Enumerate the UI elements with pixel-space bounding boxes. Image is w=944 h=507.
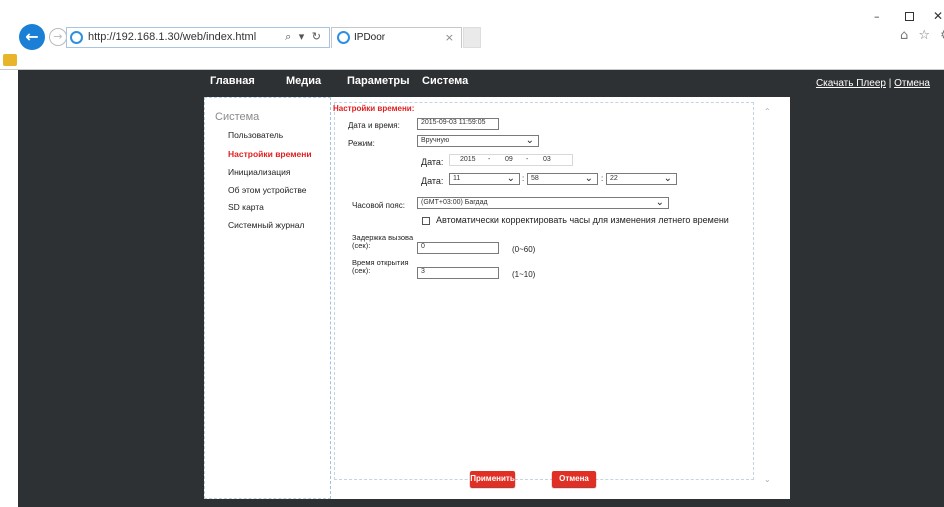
mode-select[interactable]: Вручную ⌄ <box>417 135 539 147</box>
restore-icon[interactable] <box>905 12 914 21</box>
browser-chrome: ← → http://192.168.1.30/web/index.html ⌕… <box>0 0 944 70</box>
time-settings-panel: Настройки времени: Дата и время: 2015-09… <box>333 102 754 480</box>
top-navigation: Главная Медиа Параметры Система Скачать … <box>18 70 944 94</box>
cancel-button[interactable]: Отмена <box>552 471 596 487</box>
open-time-range: (1~10) <box>512 270 536 279</box>
web-page: Главная Медиа Параметры Система Скачать … <box>18 70 944 507</box>
sidebar-item-initialization[interactable]: Инициализация <box>228 167 290 177</box>
hour-value: 11 <box>453 175 461 182</box>
nav-item-home[interactable]: Главная <box>210 75 255 87</box>
dst-label: Автоматически корректировать часы для из… <box>436 215 729 225</box>
hour-select[interactable]: 11 ⌄ <box>449 173 520 185</box>
scroll-up-icon[interactable]: ⌃ <box>764 107 771 116</box>
chevron-down-icon: ⌄ <box>506 173 515 184</box>
new-tab-button[interactable] <box>463 27 481 48</box>
time-separator: : <box>601 174 604 183</box>
call-delay-input[interactable]: 0 <box>417 242 499 254</box>
apply-button[interactable]: Применить <box>470 471 515 487</box>
nav-item-system[interactable]: Система <box>422 75 468 87</box>
dst-checkbox[interactable] <box>422 217 430 225</box>
open-time-label: Время открытия (сек): <box>352 258 409 275</box>
minimize-icon[interactable]: – <box>874 10 880 23</box>
address-bar[interactable]: http://192.168.1.30/web/index.html ⌕ ▾ ↻ <box>66 27 330 48</box>
minute-value: 58 <box>531 175 539 182</box>
close-window-icon[interactable]: ✕ <box>933 9 943 23</box>
timezone-select[interactable]: (GMT+03:00) Багдад ⌄ <box>417 197 669 209</box>
date-field[interactable]: 2015 - 09 - 03 <box>449 154 573 166</box>
download-player-link[interactable]: Скачать Плеер <box>816 78 886 89</box>
timezone-label: Часовой пояс: <box>352 201 405 210</box>
mode-value: Вручную <box>421 137 450 144</box>
tab-title: IPDoor <box>354 32 386 43</box>
content-area: Система Пользователь Настройки времени И… <box>204 97 790 499</box>
nav-item-parameters[interactable]: Параметры <box>347 75 409 87</box>
sidebar-item-time-settings[interactable]: Настройки времени <box>228 149 312 159</box>
favorites-icon[interactable] <box>3 54 17 66</box>
chevron-down-icon: ⌄ <box>663 173 672 184</box>
chevron-down-icon: ⌄ <box>655 197 664 208</box>
toolbar-icons[interactable]: ⌂ ☆ ⚙ ☺ <box>900 28 944 43</box>
datetime-field[interactable]: 2015-09-03 11:59:05 <box>417 118 499 130</box>
time-separator: : <box>522 174 525 183</box>
mode-label: Режим: <box>348 139 375 148</box>
back-arrow-icon[interactable]: ← <box>19 24 45 50</box>
url-text[interactable]: http://192.168.1.30/web/index.html <box>88 31 256 43</box>
tab-favicon-icon <box>337 31 350 44</box>
sidebar-item-about-device[interactable]: Об этом устройстве <box>228 185 307 195</box>
chevron-down-icon: ⌄ <box>525 135 534 146</box>
second-select[interactable]: 22 ⌄ <box>606 173 677 185</box>
tab-close-icon[interactable]: × <box>445 31 454 44</box>
scroll-down-icon[interactable]: ⌄ <box>764 475 771 484</box>
timezone-value: (GMT+03:00) Багдад <box>421 199 488 206</box>
top-links: Скачать Плеер | Отмена <box>816 78 930 89</box>
date-month: 09 <box>505 156 513 163</box>
nav-item-media[interactable]: Медиа <box>286 75 321 87</box>
minute-select[interactable]: 58 ⌄ <box>527 173 598 185</box>
second-value: 22 <box>610 175 618 182</box>
sidebar-title: Система <box>215 111 260 123</box>
chevron-down-icon: ⌄ <box>584 173 593 184</box>
section-title: Настройки времени: <box>333 104 415 113</box>
call-delay-label: Задержка вызова (сек): <box>352 233 414 250</box>
date-label: Дата: <box>421 157 444 167</box>
time-label: Дата: <box>421 176 444 186</box>
sidebar-item-sd-card[interactable]: SD карта <box>228 202 264 212</box>
ie-icon <box>70 31 83 44</box>
datetime-label: Дата и время: <box>348 121 400 130</box>
sidebar-item-system-log[interactable]: Системный журнал <box>228 220 304 230</box>
browser-tab[interactable]: IPDoor × <box>331 27 462 48</box>
date-separator: - <box>526 156 529 163</box>
open-time-input[interactable]: 3 <box>417 267 499 279</box>
forward-arrow-icon[interactable]: → <box>49 28 67 46</box>
date-separator: - <box>488 156 491 163</box>
logout-link[interactable]: Отмена <box>894 78 930 89</box>
sidebar-item-user[interactable]: Пользователь <box>228 130 283 140</box>
sidebar: Система Пользователь Настройки времени И… <box>204 97 331 499</box>
date-day: 03 <box>543 156 551 163</box>
link-separator: | <box>885 78 895 89</box>
date-year: 2015 <box>460 156 476 163</box>
call-delay-range: (0~60) <box>512 245 536 254</box>
search-refresh-icons[interactable]: ⌕ ▾ ↻ <box>285 30 323 44</box>
